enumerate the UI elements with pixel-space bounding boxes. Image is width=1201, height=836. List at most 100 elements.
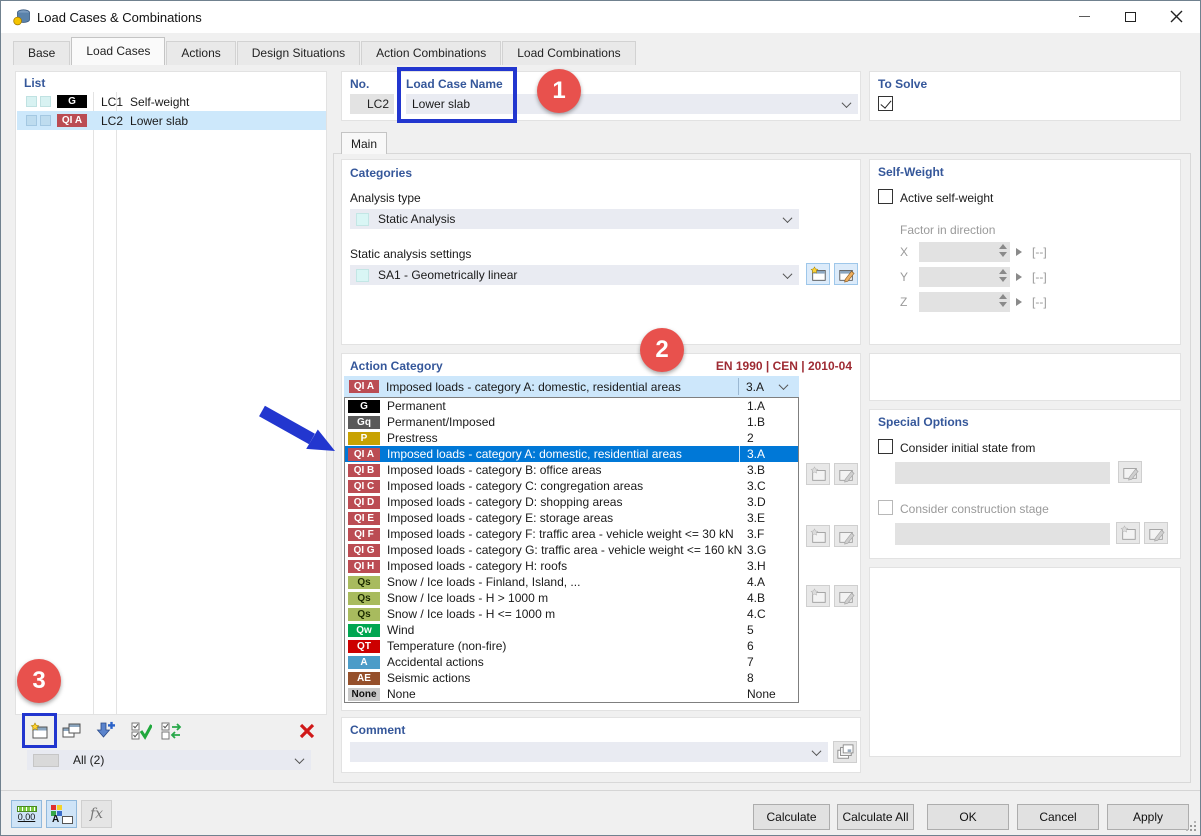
action-category-option[interactable]: Gq Permanent/Imposed 1.B <box>345 414 798 430</box>
list-item-lc1[interactable]: G LC1 Self-weight <box>17 92 326 111</box>
axis-x-label: X <box>900 245 909 259</box>
app-icon <box>13 9 30 26</box>
to-solve-checkbox[interactable] <box>878 96 893 111</box>
selected-category-label: Imposed loads - category A: domestic, re… <box>386 379 681 394</box>
analysis-type-select[interactable]: Static Analysis <box>350 209 799 229</box>
action-category-select[interactable]: QI A Imposed loads - category A: domesti… <box>344 376 799 397</box>
edit-button-disabled <box>834 585 858 607</box>
tab-main[interactable]: Main <box>341 132 387 154</box>
consider-construction-stage-label: Consider construction stage <box>900 502 1049 516</box>
calculate-button[interactable]: Calculate <box>753 804 830 830</box>
action-category-option[interactable]: None None None <box>345 686 798 702</box>
action-category-option[interactable]: P Prestress 2 <box>345 430 798 446</box>
load-case-number: LC1 <box>101 94 124 109</box>
action-category-option[interactable]: A Accidental actions 7 <box>345 654 798 670</box>
action-category-option[interactable]: QI B Imposed loads - category B: office a… <box>345 462 798 478</box>
comment-input[interactable] <box>350 742 828 762</box>
ok-button[interactable]: OK <box>927 804 1009 830</box>
calculate-all-button[interactable]: Calculate All <box>837 804 914 830</box>
no-label: No. <box>350 77 370 91</box>
minimize-icon[interactable] <box>1062 1 1106 32</box>
factor-y-unit: [--] <box>1032 270 1047 284</box>
resize-grip[interactable] <box>1186 821 1196 831</box>
delete-load-case-button[interactable] <box>295 719 319 743</box>
action-category-option[interactable]: QI H Imposed loads - category H: roofs 3.H <box>345 558 798 574</box>
close-icon[interactable] <box>1154 1 1198 32</box>
to-solve-group: To Solve <box>869 71 1181 121</box>
check-all-button[interactable] <box>129 719 153 743</box>
tab-base[interactable]: Base <box>13 41 71 65</box>
edit-initial-state-button <box>1118 461 1142 483</box>
filter-value: All (2) <box>73 753 105 767</box>
tab-load-combinations[interactable]: Load Combinations <box>502 41 636 65</box>
action-category-option[interactable]: QI E Imposed loads - category E: storage … <box>345 510 798 526</box>
display-settings-button[interactable]: A <box>46 800 77 828</box>
load-case-number-field: LC2 <box>350 94 394 114</box>
tab-load-cases[interactable]: Load Cases <box>71 37 166 65</box>
action-category-header: Action Category <box>350 359 443 373</box>
empty-group <box>869 353 1181 401</box>
chevron-down-icon <box>294 753 305 764</box>
settings-value: SA1 - Geometrically linear <box>378 268 518 282</box>
categories-header: Categories <box>350 166 413 180</box>
formula-button[interactable]: fx <box>81 800 112 828</box>
cancel-button[interactable]: Cancel <box>1017 804 1099 830</box>
annotation-arrow <box>259 405 335 451</box>
list-item-lc2-selected[interactable]: QI A LC2 Lower slab <box>17 111 326 130</box>
color-swatch <box>40 115 51 126</box>
comment-header: Comment <box>350 723 406 737</box>
chevron-down-icon <box>811 745 822 756</box>
selected-category-code: 3.A <box>746 379 765 394</box>
empty-group <box>869 567 1181 757</box>
consider-initial-state-checkbox[interactable] <box>878 439 893 454</box>
units-button[interactable]: 0,00 <box>11 800 42 828</box>
action-category-option[interactable]: Qs Snow / Ice loads - H > 1000 m 4.B <box>345 590 798 606</box>
analysis-type-value: Static Analysis <box>378 212 456 226</box>
toggle-selection-button[interactable] <box>159 719 183 743</box>
annotation-highlight-box-1 <box>397 67 517 123</box>
action-category-option[interactable]: QI C Imposed loads - category C: congrega… <box>345 478 798 494</box>
factor-z-input <box>919 292 1010 312</box>
list-column-divider <box>93 92 94 714</box>
action-category-option[interactable]: AE Seismic actions 8 <box>345 670 798 686</box>
active-self-weight-label: Active self-weight <box>900 191 994 205</box>
maximize-icon[interactable] <box>1108 1 1152 32</box>
comment-templates-button[interactable] <box>833 741 857 763</box>
edit-static-analysis-button[interactable] <box>834 263 858 285</box>
load-case-name: Lower slab <box>130 113 189 128</box>
chevron-down-icon <box>778 380 789 391</box>
title-bar: Load Cases & Combinations <box>1 1 1200 33</box>
consider-initial-state-label: Consider initial state from <box>900 441 1036 455</box>
action-category-option[interactable]: QI F Imposed loads - category F: traffic … <box>345 526 798 542</box>
factor-z-unit: [--] <box>1032 295 1047 309</box>
list-filter-select[interactable]: All (2) <box>27 750 311 770</box>
active-self-weight-checkbox[interactable] <box>878 189 893 204</box>
tab-actions[interactable]: Actions <box>166 41 236 65</box>
load-cases-dialog: Load Cases & Combinations Base Load Case… <box>0 0 1201 836</box>
action-category-option[interactable]: QI G Imposed loads - category G: traffic … <box>345 542 798 558</box>
action-category-dropdown: G Permanent 1.A Gq Permanent/Imposed 1.B P Pr… <box>344 397 799 703</box>
static-analysis-settings-select[interactable]: SA1 - Geometrically linear <box>350 265 799 285</box>
action-category-option-highlighted[interactable]: QI A Imposed loads - category A: domestic… <box>345 446 798 462</box>
step-right-icon <box>1016 273 1022 281</box>
tab-action-combinations[interactable]: Action Combinations <box>361 41 502 65</box>
footer-divider <box>1 790 1200 791</box>
action-category-option[interactable]: QI D Imposed loads - category D: shopping… <box>345 494 798 510</box>
chevron-down-icon <box>782 268 793 279</box>
tab-design-situations[interactable]: Design Situations <box>236 41 361 65</box>
apply-button[interactable]: Apply <box>1107 804 1189 830</box>
copy-load-case-button[interactable] <box>59 719 83 743</box>
action-category-option[interactable]: G Permanent 1.A <box>345 398 798 414</box>
step-right-icon <box>1016 298 1022 306</box>
chevron-down-icon <box>782 212 793 223</box>
import-load-case-button[interactable] <box>93 719 117 743</box>
action-category-option[interactable]: Qw Wind 5 <box>345 622 798 638</box>
new-button-disabled <box>806 525 830 547</box>
chevron-down-icon <box>841 97 852 108</box>
initial-state-input <box>895 462 1110 484</box>
window-icon <box>62 816 73 824</box>
new-static-analysis-button[interactable] <box>806 263 830 285</box>
action-category-option[interactable]: Qs Snow / Ice loads - H <= 1000 m 4.C <box>345 606 798 622</box>
action-category-option[interactable]: QT Temperature (non-fire) 6 <box>345 638 798 654</box>
action-category-option[interactable]: Qs Snow / Ice loads - Finland, Island, ..… <box>345 574 798 590</box>
